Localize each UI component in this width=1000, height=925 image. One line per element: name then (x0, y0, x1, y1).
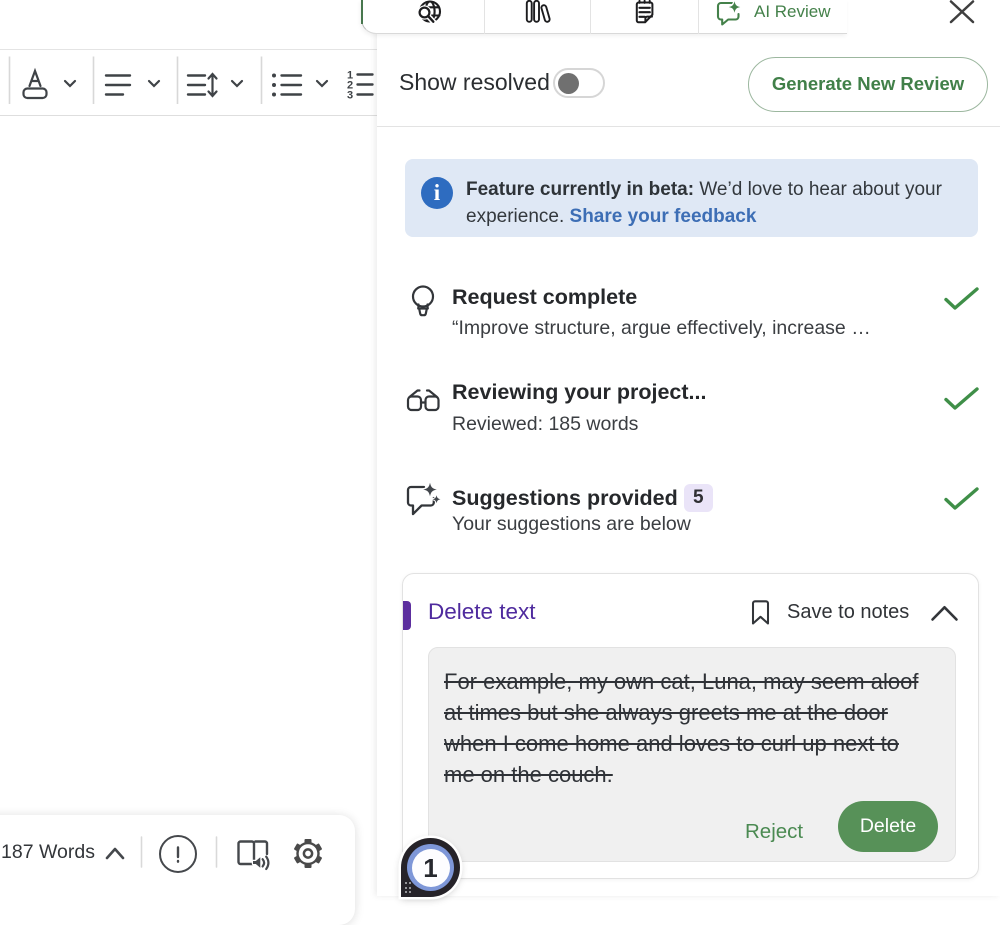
svg-text:3: 3 (347, 90, 353, 102)
